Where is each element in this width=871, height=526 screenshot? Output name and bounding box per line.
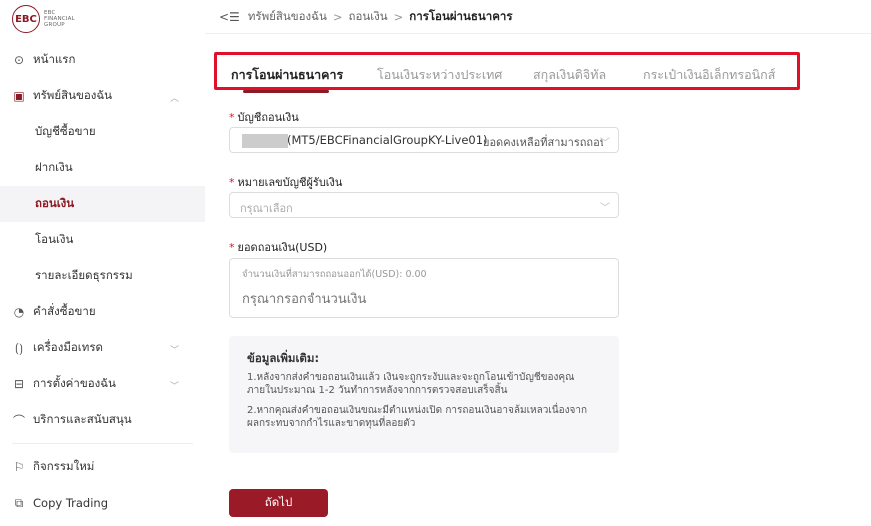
wallet-icon: ▣ [13, 89, 25, 103]
logo[interactable]: EBC EBC FINANCIAL GROUP [12, 5, 75, 33]
breadcrumb: <☰ ทรัพย์สินของฉัน > ถอนเงิน > การโอนผ่า… [205, 0, 871, 34]
copy-trading-icon: ⧉ [14, 495, 24, 510]
breadcrumb-item-my-assets[interactable]: ทรัพย์สินของฉัน [248, 8, 327, 26]
recipient-placeholder: กรุณาเลือก [240, 202, 293, 215]
flag-icon: ⚐ [13, 460, 25, 474]
sidebar-item-transfer[interactable]: โอนเงิน [0, 222, 205, 258]
info-paragraph-2: 2.หากคุณส่งคำขอถอนเงินขณะมีตำแหน่งเปิด ก… [247, 405, 588, 429]
account-value: (MT5/EBCFinancialGroupKY-Live01) [287, 133, 488, 147]
tab-international-transfer[interactable]: โอนเงินระหว่างประเทศ [377, 65, 502, 85]
sidebar-item-withdraw[interactable]: ถอนเงิน [0, 186, 205, 222]
sidebar-item-trading-account[interactable]: บัญชีซื้อขาย [0, 114, 205, 150]
chevron-down-icon: ﹀ [169, 346, 179, 356]
breadcrumb-separator: > [332, 9, 343, 24]
sidebar-item-settings[interactable]: ⊟ การตั้งค่าของฉัน ﹀ [0, 366, 205, 402]
active-tab-indicator [243, 90, 329, 93]
tab-e-wallet[interactable]: กระเป๋าเงินอิเล็กทรอนิกส์ [643, 65, 775, 85]
next-button[interactable]: ถัดไป [229, 489, 328, 517]
tab-bank-transfer[interactable]: การโอนผ่านธนาคาร [231, 65, 343, 85]
recipient-account-label: * หมายเลขบัญชีผู้รับเงิน [229, 176, 343, 189]
main-content: การโอนผ่านธนาคาร โอนเงินระหว่างประเทศ สก… [205, 34, 871, 526]
support-icon: ⌒ [12, 413, 25, 428]
sidebar-item-orders[interactable]: ◔ คำสั่งซื้อขาย [0, 294, 205, 330]
info-paragraph-1: 1.หลังจากส่งคำขอถอนเงินแล้ว เงินจะถูกระง… [247, 372, 575, 396]
sidebar-item-trading-tools[interactable]: ⟮⟯ เครื่องมือเทรด ﹀ [0, 330, 205, 366]
withdraw-account-label: * บัญชีถอนเงิน [229, 111, 299, 124]
additional-info-box: ข้อมูลเพิ่มเติม: 1.หลังจากส่งคำขอถอนเงิน… [229, 336, 619, 453]
chevron-down-icon: ﹀ [169, 382, 179, 392]
breadcrumb-separator: > [393, 9, 404, 24]
tools-icon: ⟮⟯ [15, 340, 23, 355]
orders-icon: ◔ [13, 305, 25, 319]
settings-icon: ⊟ [13, 377, 25, 391]
sidebar-divider [12, 443, 193, 444]
chevron-down-icon: ﹀ [600, 138, 610, 149]
breadcrumb-item-current: การโอนผ่านธนาคาร [409, 8, 513, 23]
sidebar-nav: ⊙ หน้าแรก ▣ ทรัพย์สินของฉัน ︿ บัญชีซื้อข… [0, 42, 205, 521]
home-icon: ⊙ [13, 53, 25, 67]
withdraw-account-select[interactable]: (MT5/EBCFinancialGroupKY-Live01) ยอดคงเห… [229, 127, 619, 153]
chevron-up-icon: ︿ [169, 94, 179, 104]
recipient-account-select[interactable]: กรุณาเลือก ﹀ [229, 192, 619, 218]
logo-text: EBC FINANCIAL GROUP [44, 10, 75, 28]
logo-mark: EBC [12, 5, 40, 33]
available-amount-text: จำนวนเงินที่สามารถถอนออกได้(USD): 0.00 [242, 269, 427, 280]
sidebar-item-support[interactable]: ⌒ บริการและสนับสนุน [0, 402, 205, 438]
amount-label: * ยอดถอนเงิน(USD) [229, 241, 328, 254]
sidebar-item-deposit[interactable]: ฝากเงิน [0, 150, 205, 186]
amount-field: จำนวนเงินที่สามารถถอนออกได้(USD): 0.00 [229, 258, 619, 318]
info-title: ข้อมูลเพิ่มเติม: [247, 351, 320, 365]
sidebar-item-copy-trading[interactable]: ⧉ Copy Trading [0, 485, 205, 521]
sidebar-item-home[interactable]: ⊙ หน้าแรก [0, 42, 205, 78]
menu-collapse-icon[interactable]: <☰ [219, 10, 240, 24]
sidebar-item-my-assets[interactable]: ▣ ทรัพย์สินของฉัน ︿ [0, 78, 205, 114]
breadcrumb-item-withdraw[interactable]: ถอนเงิน [349, 8, 388, 26]
masked-account-number [242, 134, 288, 148]
amount-input[interactable] [242, 291, 602, 306]
sidebar-item-new-activities[interactable]: ⚐ กิจกรรมใหม่ [0, 449, 205, 485]
account-balance: ยอดคงเหลือที่สามารถถอนได้ [483, 136, 603, 149]
sidebar: EBC EBC FINANCIAL GROUP ⊙ หน้าแรก ▣ ทรัพ… [0, 0, 205, 526]
sidebar-item-transactions[interactable]: รายละเอียดธุรกรรม [0, 258, 205, 294]
withdraw-method-tabs: การโอนผ่านธนาคาร โอนเงินระหว่างประเทศ สก… [214, 52, 800, 93]
chevron-down-icon: ﹀ [600, 203, 610, 214]
tab-crypto[interactable]: สกุลเงินดิจิทัล [533, 65, 606, 85]
